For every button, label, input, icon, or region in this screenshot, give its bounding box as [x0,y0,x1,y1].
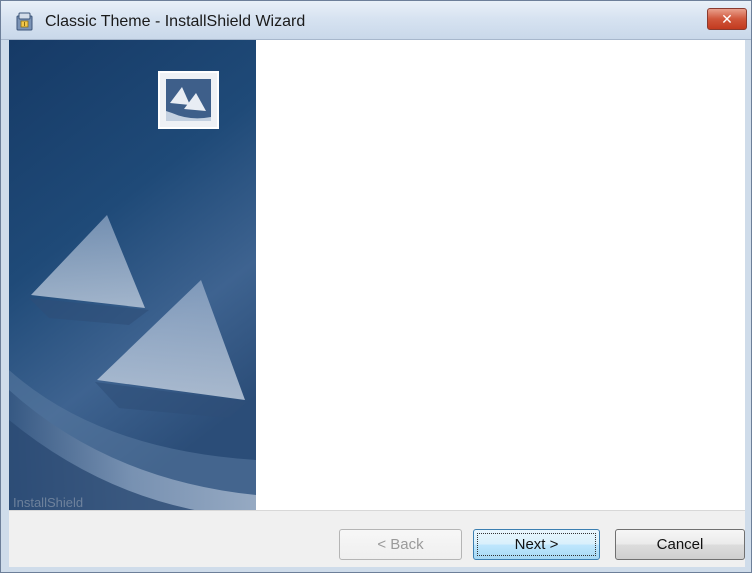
close-button[interactable]: ✕ [707,8,747,30]
close-icon: ✕ [721,11,733,27]
cancel-button[interactable]: Cancel [615,529,745,560]
next-button[interactable]: Next > [473,529,600,560]
window-title: Classic Theme - InstallShield Wizard [45,13,306,30]
installer-icon [16,12,33,31]
back-button[interactable]: < Back [339,529,462,560]
focus-rectangle [477,533,596,556]
wizard-main-panel [256,40,745,510]
button-bar: < Back Next > Cancel [9,510,745,567]
side-banner-image: InstallShield [9,40,256,510]
wizard-window: Classic Theme - InstallShield Wizard ✕ I… [0,0,752,573]
title-bar[interactable]: Classic Theme - InstallShield Wizard ✕ [1,1,751,40]
installshield-logo-icon [158,71,219,129]
installshield-watermark: InstallShield [13,495,84,510]
wizard-content: InstallShield [9,40,745,510]
